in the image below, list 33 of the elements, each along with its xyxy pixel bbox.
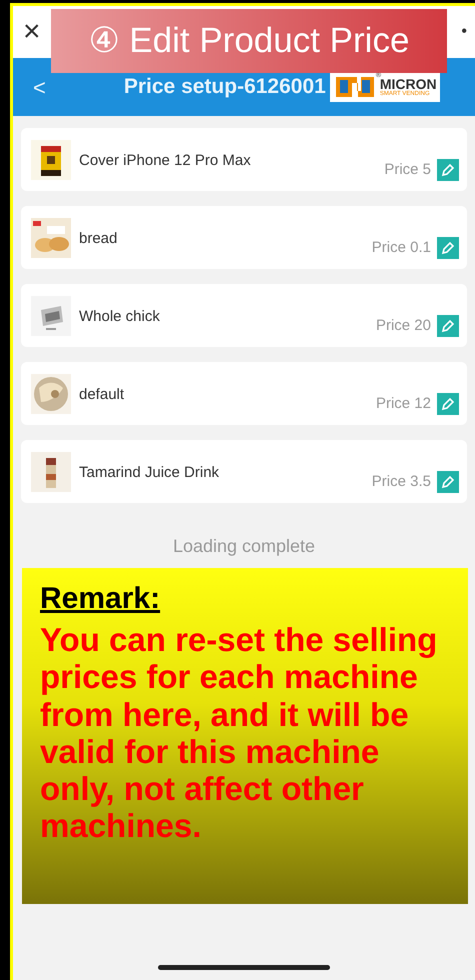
edit-button[interactable] <box>437 393 459 415</box>
price-label: Price 20 <box>376 316 431 336</box>
pencil-icon <box>441 397 455 411</box>
pencil-icon <box>441 163 455 177</box>
page-title: Price setup-6126001 <box>124 74 326 100</box>
product-card[interactable]: Tamarind Juice Drink Price 3.5 <box>21 440 467 503</box>
price-label: Price 0.1 <box>372 238 431 258</box>
loading-status: Loading complete <box>172 535 316 558</box>
pencil-icon <box>441 319 455 333</box>
product-card[interactable]: default Price 12 <box>21 362 467 425</box>
edit-button[interactable] <box>437 237 459 259</box>
pencil-icon <box>441 241 455 255</box>
product-name: Tamarind Juice Drink <box>79 463 220 483</box>
product-name: bread <box>79 229 118 249</box>
product-name: default <box>79 385 126 405</box>
product-card[interactable]: Whole chick Price 20 <box>21 284 467 347</box>
edit-button[interactable] <box>437 471 459 493</box>
edit-button[interactable] <box>437 159 459 181</box>
pencil-icon <box>441 475 455 489</box>
price-label: Price 3.5 <box>372 472 431 492</box>
product-name: Whole chick <box>79 307 161 327</box>
price-label: Price 5 <box>384 160 431 180</box>
remark-text: You can re-set the selling prices for each machine from here, and it will be valid for this machine only, not affect other machines. <box>40 621 438 845</box>
product-name: Cover iPhone 12 Pro Max <box>79 151 252 171</box>
menu-dot[interactable]: • <box>461 20 467 44</box>
remark-heading: Remark: <box>40 581 160 617</box>
product-card[interactable]: Cover iPhone 12 Pro Max Price 5 <box>21 128 467 191</box>
logo-brand: MICRON <box>380 77 437 91</box>
product-card[interactable]: bread Price 0.1 <box>21 206 467 269</box>
edit-button[interactable] <box>437 315 459 337</box>
close-button[interactable]: × <box>23 17 41 47</box>
banner-title: ④ Edit Product Price <box>51 9 447 73</box>
price-label: Price 12 <box>376 394 431 414</box>
